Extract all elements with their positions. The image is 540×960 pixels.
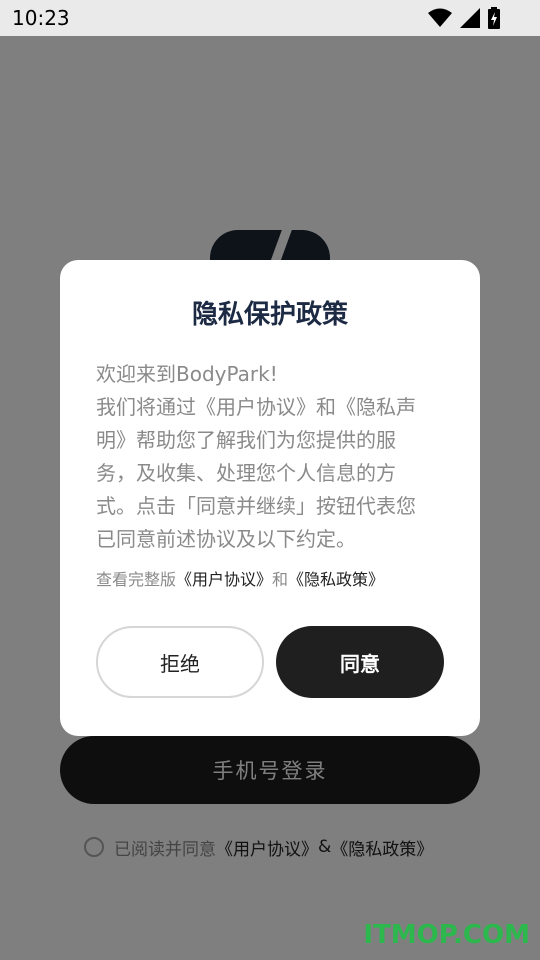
body-line: 已同意前述协议及以下约定。 [96, 527, 356, 551]
dialog-title: 隐私保护政策 [191, 300, 348, 330]
privacy-dialog: 隐私保护政策 欢迎来到BodyPark! 我们将通过《用户协议》和《隐私声 明》… [60, 260, 480, 736]
signal-icon [460, 8, 480, 28]
agree-button[interactable]: 同意 [276, 626, 444, 698]
dialog-links: 查看完整版《用户协议》和《隐私政策》 [96, 566, 444, 590]
view-and: 和 [272, 570, 289, 589]
wifi-icon [428, 8, 452, 27]
status-time: 10:23 [12, 6, 70, 30]
status-icons [428, 7, 500, 29]
body-line: 我们将通过《用户协议》和《隐私声 [96, 395, 416, 419]
battery-icon [488, 7, 500, 29]
watermark: ITMOP.COM [363, 920, 530, 950]
reject-button[interactable]: 拒绝 [96, 626, 264, 698]
view-user-agreement-link[interactable]: 《用户协议》 [176, 570, 272, 589]
body-line: 欢迎来到BodyPark! [96, 362, 278, 386]
body-line: 式。点击「同意并继续」按钮代表您 [96, 494, 416, 518]
dialog-body: 欢迎来到BodyPark! 我们将通过《用户协议》和《隐私声 明》帮助您了解我们… [96, 358, 444, 556]
status-bar: 10:23 [0, 0, 540, 36]
view-prefix: 查看完整版 [96, 570, 177, 589]
body-line: 明》帮助您了解我们为您提供的服 [96, 428, 396, 452]
body-line: 务，及收集、处理您个人信息的方 [96, 461, 396, 485]
view-privacy-policy-link[interactable]: 《隐私政策》 [288, 570, 384, 589]
